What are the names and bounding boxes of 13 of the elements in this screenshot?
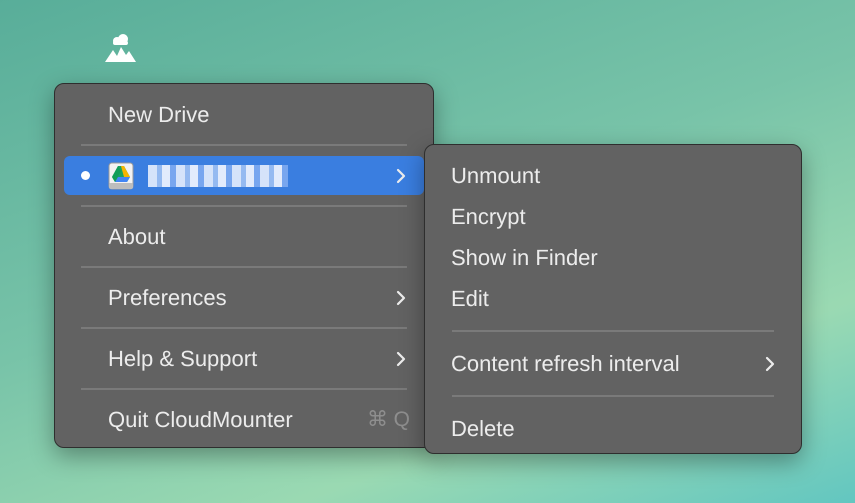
menu-item[interactable]: Content refresh interval (425, 343, 801, 384)
menu-item[interactable]: New Drive (64, 95, 424, 134)
menu-item[interactable]: Delete (425, 408, 801, 449)
drive-menu-item[interactable] (64, 156, 424, 195)
menu-item[interactable]: Help & Support (64, 339, 424, 378)
menu-item[interactable]: Encrypt (425, 196, 801, 237)
menu-item[interactable]: Show in Finder (425, 237, 801, 278)
drive-icon (108, 162, 134, 190)
menu-item[interactable]: Preferences (64, 278, 424, 317)
menu-item[interactable]: About (64, 217, 424, 256)
menu-item[interactable]: Edit (425, 278, 801, 319)
cloud-mountain-icon[interactable] (104, 33, 137, 62)
menu-item[interactable]: Unmount (425, 155, 801, 196)
